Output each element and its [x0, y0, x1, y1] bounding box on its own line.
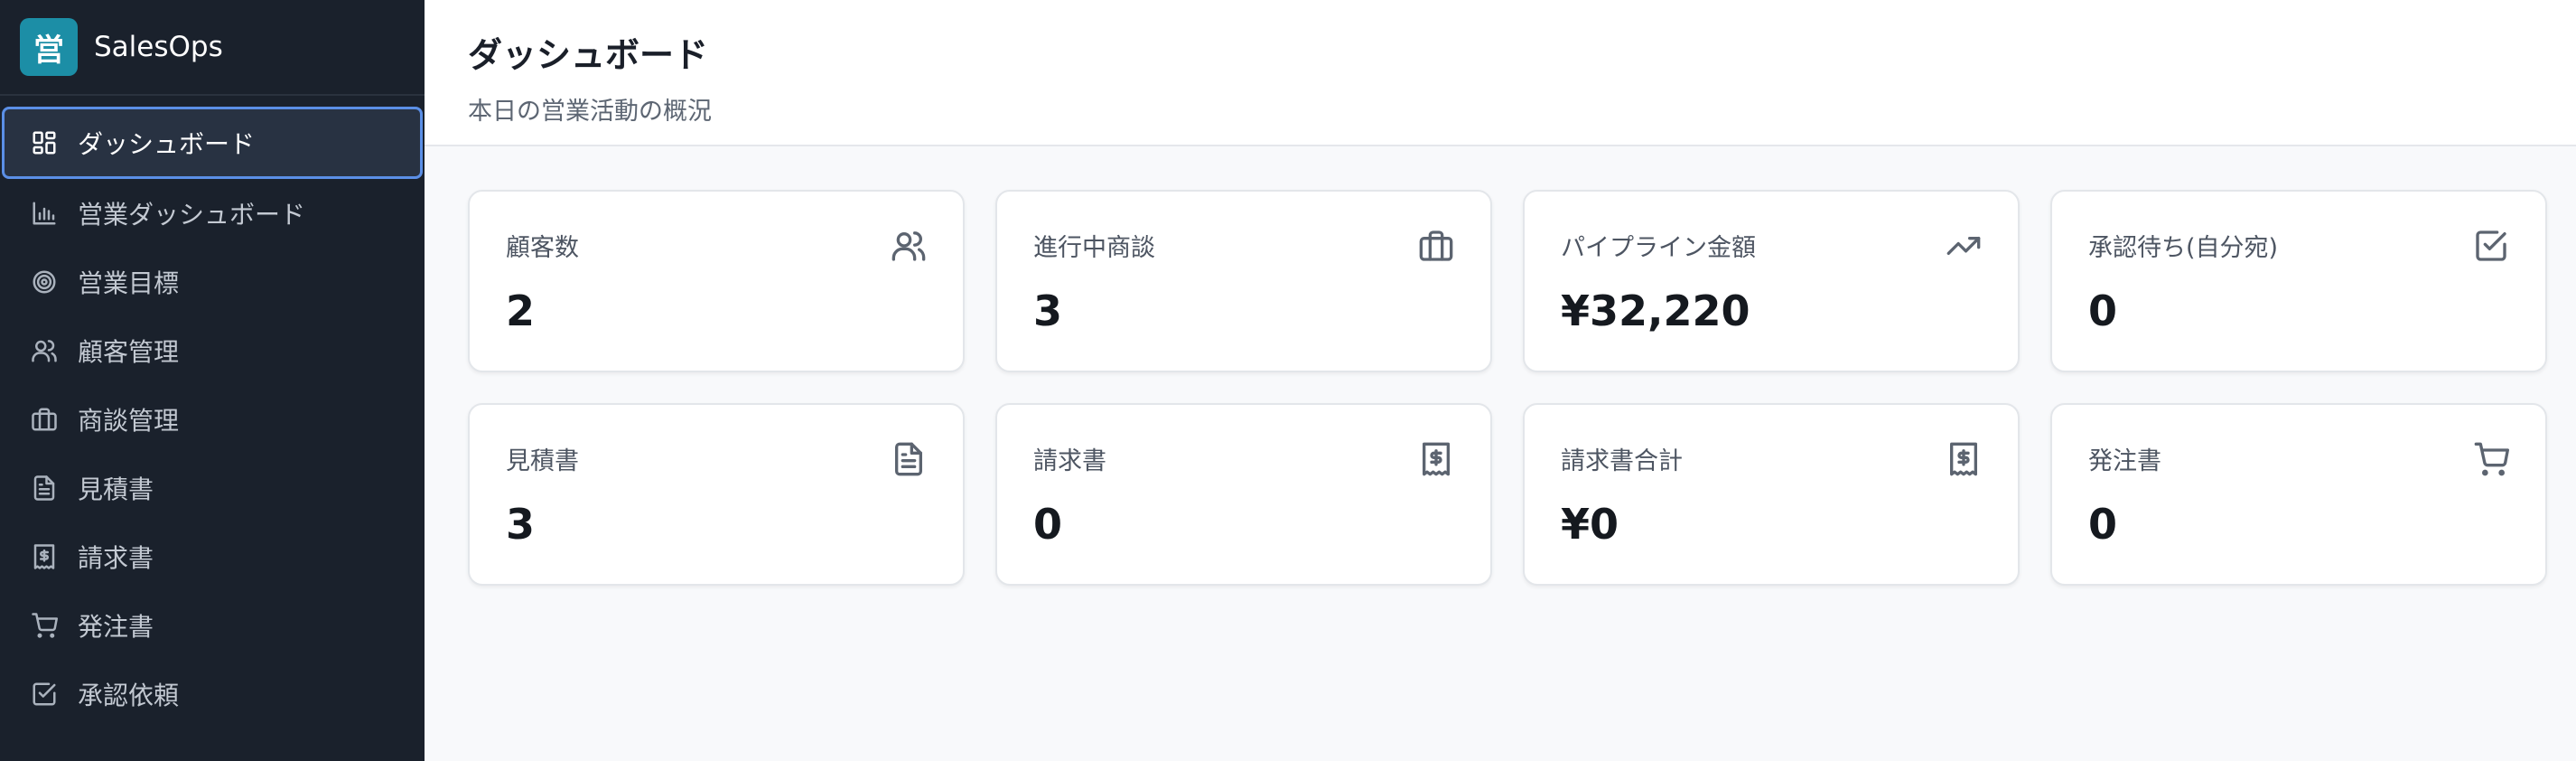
- sidebar-item-label: 営業ダッシュボード: [78, 200, 306, 230]
- receipt-icon: [1946, 441, 1982, 477]
- receipt-icon: [1418, 441, 1454, 477]
- page-title: ダッシュボード: [468, 35, 709, 75]
- stat-card-value: 3: [1033, 287, 1063, 335]
- sidebar-item-invoices[interactable]: 請求書: [2, 522, 423, 591]
- sidebar-item-approvals[interactable]: 承認依頼: [2, 660, 423, 728]
- stat-card-grid: 顧客数 2 進行中商談 3 パイプライン金額 ¥32,220 承認待ち(自分宛)…: [425, 146, 2576, 586]
- stat-card-label: 見積書: [506, 447, 579, 475]
- sidebar-item-label: 発注書: [78, 612, 154, 642]
- stat-card-purchase-orders[interactable]: 発注書 0: [2050, 403, 2547, 586]
- stat-card-pipeline-amount[interactable]: パイプライン金額 ¥32,220: [1523, 190, 2020, 372]
- stat-card-label: 発注書: [2088, 447, 2161, 475]
- users-icon: [29, 335, 60, 366]
- sidebar-item-sales-goals[interactable]: 営業目標: [2, 248, 423, 316]
- sidebar-item-dashboard[interactable]: ダッシュボード: [2, 107, 423, 179]
- app-root: 営 SalesOps ダッシュボード 営業ダッシュボード 営業目標 顧客管理 商…: [0, 0, 2576, 761]
- sidebar-item-label: 見積書: [78, 474, 154, 504]
- stat-card-value: ¥0: [1561, 500, 1619, 549]
- grid-icon: [29, 127, 60, 158]
- page-header: ダッシュボード 本日の営業活動の概況: [425, 0, 2576, 146]
- cart-icon: [29, 610, 60, 641]
- sidebar-item-sales-dashboard[interactable]: 営業ダッシュボード: [2, 179, 423, 248]
- cart-icon: [2473, 441, 2509, 477]
- stat-card-value: ¥32,220: [1561, 287, 1750, 335]
- stat-card-quotes[interactable]: 見積書 3: [468, 403, 965, 586]
- sidebar-item-customers[interactable]: 顧客管理: [2, 316, 423, 385]
- brand[interactable]: 営 SalesOps: [0, 0, 425, 96]
- stat-card-label: 進行中商談: [1033, 234, 1155, 262]
- document-icon: [29, 473, 60, 503]
- stat-card-value: 0: [2088, 287, 2118, 335]
- stat-card-label: 顧客数: [506, 234, 579, 262]
- sidebar-item-deals[interactable]: 商談管理: [2, 385, 423, 454]
- sidebar: 営 SalesOps ダッシュボード 営業ダッシュボード 営業目標 顧客管理 商…: [0, 0, 425, 761]
- stat-card-pending-approvals[interactable]: 承認待ち(自分宛) 0: [2050, 190, 2547, 372]
- stat-card-label: パイプライン金額: [1561, 234, 1756, 262]
- sidebar-item-label: 請求書: [78, 543, 154, 573]
- sidebar-item-purchase-orders[interactable]: 発注書: [2, 591, 423, 660]
- sidebar-nav: ダッシュボード 営業ダッシュボード 営業目標 顧客管理 商談管理 見積書 請求書…: [0, 96, 425, 728]
- stat-card-value: 2: [506, 287, 536, 335]
- sidebar-item-label: ダッシュボード: [78, 129, 256, 159]
- stat-card-active-deals[interactable]: 進行中商談 3: [995, 190, 1492, 372]
- sidebar-item-label: 顧客管理: [78, 337, 180, 367]
- stat-card-value: 3: [506, 500, 536, 549]
- stat-card-label: 請求書合計: [1561, 447, 1683, 475]
- sidebar-item-label: 営業目標: [78, 268, 180, 298]
- trending-up-icon: [1946, 228, 1982, 264]
- check-square-icon: [2473, 228, 2509, 264]
- stat-card-value: 0: [2088, 500, 2118, 549]
- check-square-icon: [29, 679, 60, 709]
- document-icon: [891, 441, 927, 477]
- stat-card-invoices[interactable]: 請求書 0: [995, 403, 1492, 586]
- users-icon: [891, 228, 927, 264]
- briefcase-icon: [1418, 228, 1454, 264]
- bar-chart-icon: [29, 198, 60, 229]
- stat-card-label: 承認待ち(自分宛): [2088, 234, 2279, 262]
- stat-card-customers[interactable]: 顧客数 2: [468, 190, 965, 372]
- stat-card-value: 0: [1033, 500, 1063, 549]
- brand-logo: 営: [20, 18, 78, 76]
- page-subtitle: 本日の営業活動の概況: [468, 98, 712, 126]
- sidebar-item-quotes[interactable]: 見積書: [2, 454, 423, 522]
- main-content: ダッシュボード 本日の営業活動の概況 顧客数 2 進行中商談 3 パイプライン金…: [425, 0, 2576, 761]
- briefcase-icon: [29, 404, 60, 435]
- stat-card-invoice-total[interactable]: 請求書合計 ¥0: [1523, 403, 2020, 586]
- stat-card-label: 請求書: [1033, 447, 1106, 475]
- receipt-icon: [29, 541, 60, 572]
- sidebar-item-label: 商談管理: [78, 406, 180, 436]
- sidebar-item-label: 承認依頼: [78, 681, 180, 710]
- brand-name: SalesOps: [94, 31, 223, 63]
- target-icon: [29, 267, 60, 297]
